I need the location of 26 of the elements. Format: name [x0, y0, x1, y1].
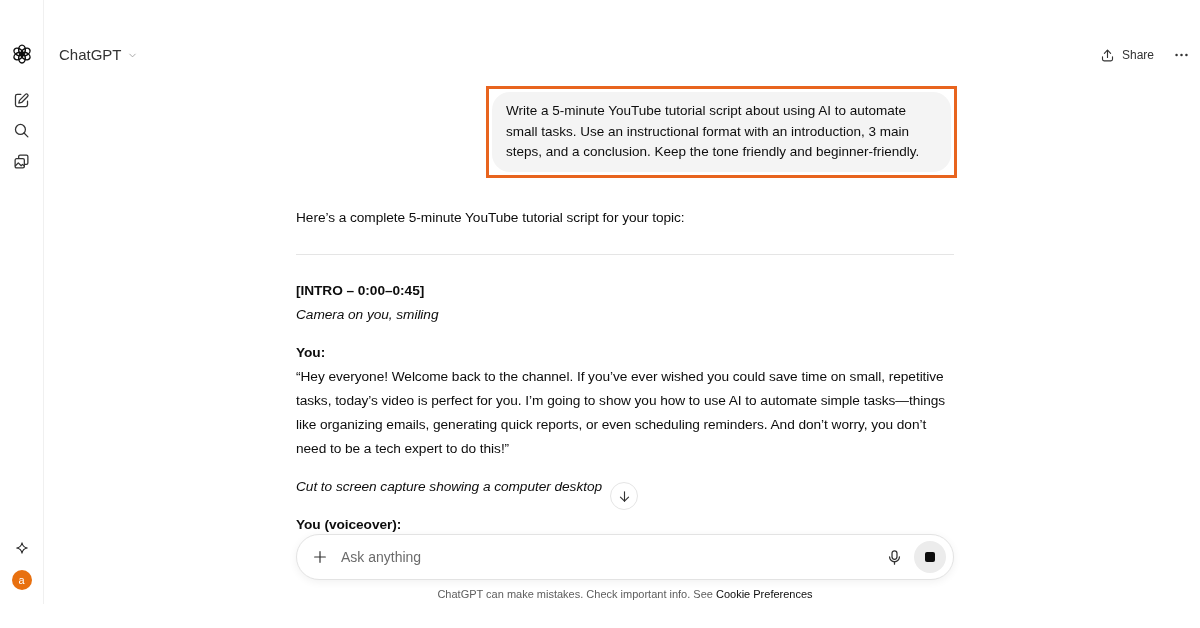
speaker-label: You (voiceover):: [296, 515, 402, 534]
more-icon: [1174, 53, 1188, 57]
stop-button[interactable]: [914, 541, 946, 573]
model-selector-button[interactable]: ChatGPT: [59, 43, 138, 67]
images-icon[interactable]: [13, 153, 30, 170]
add-button[interactable]: [311, 548, 329, 566]
stage-direction: Camera on you, smiling: [296, 305, 439, 324]
scroll-down-button[interactable]: [610, 482, 638, 510]
plus-icon: [312, 549, 328, 565]
section-heading: [INTRO – 0:00–0:45]: [296, 281, 425, 300]
stop-icon: [925, 552, 935, 562]
share-icon: [1099, 47, 1115, 63]
logo-icon[interactable]: [10, 43, 33, 65]
speaker-label: You:: [296, 343, 326, 362]
stage-direction: Cut to screen capture showing a computer desktop: [296, 477, 603, 496]
response-paragraph: “Hey everyone! Welcome back to the channel. If you’ve ever wished you could save time on small, repetitive tasks, today’s video is perfect for you. I’m going to show you how to use AI to automate simple tasks—things like organizing emails, generating quick reports, or even scheduling reminders. And don’t worry, you don’t need to be a tech expert to do this!”: [296, 367, 947, 458]
search-icon[interactable]: [13, 122, 30, 139]
message-input[interactable]: Ask anything: [341, 545, 872, 569]
new-chat-icon[interactable]: [13, 92, 30, 109]
response-paragraph: Here’s a complete 5-minute YouTube tutorial script for your topic:: [296, 208, 685, 227]
user-message-bubble: Write a 5-minute YouTube tutorial script about using AI to automate small tasks. Use an instructional format with an introduction, 3 main steps, and a conclusion. Keep the tone friendly and beginner-friendly.: [492, 92, 951, 172]
sparkle-icon[interactable]: [14, 541, 29, 555]
composer-field[interactable]: Ask anything: [296, 534, 954, 580]
cookie-preferences-link[interactable]: Cookie Preferences: [716, 588, 813, 600]
disclaimer-text: ChatGPT can make mistakes. Check important info. See Cookie Preferences: [437, 587, 813, 602]
share-button[interactable]: Share: [1095, 43, 1158, 67]
